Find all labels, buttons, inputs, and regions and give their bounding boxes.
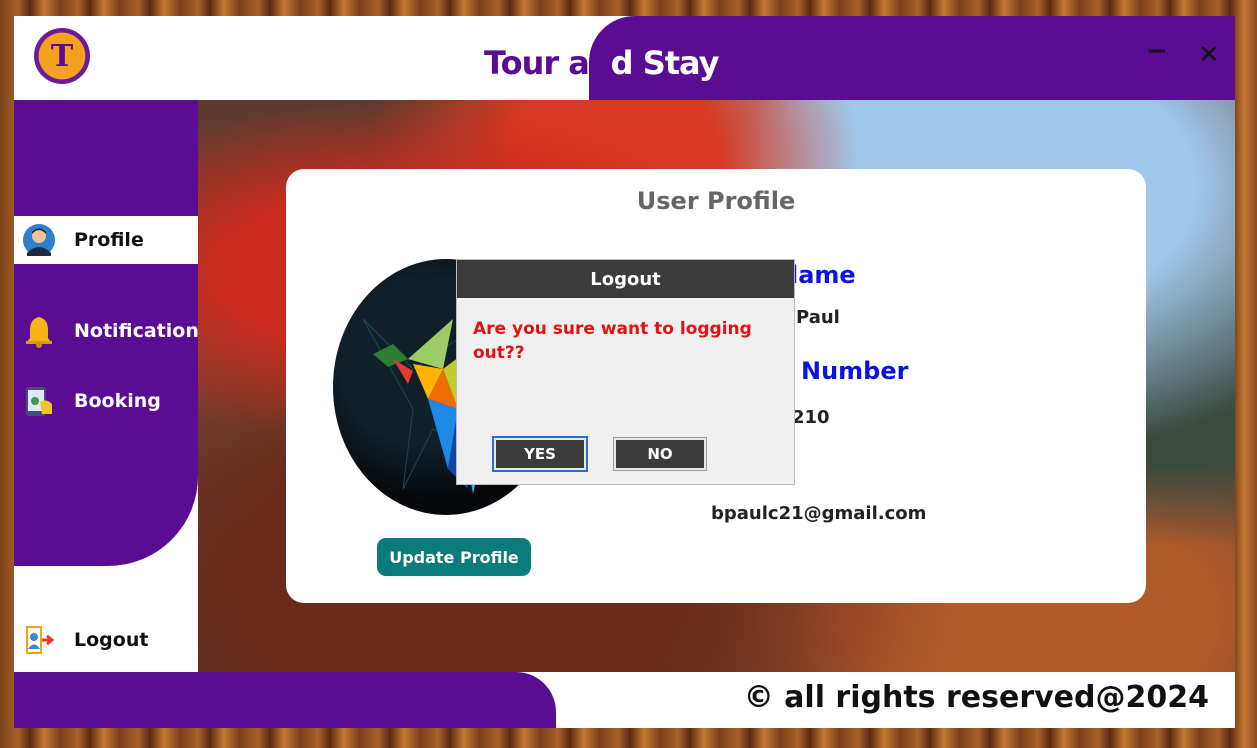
footer-accent <box>14 672 556 728</box>
logo-letter: T <box>40 34 84 78</box>
sidebar-item-label: Profile <box>74 229 144 251</box>
logout-dialog: Logout Are you sure want to logging out?… <box>457 260 794 484</box>
email-value: bpaulc21@gmail.com <box>711 503 927 524</box>
sidebar-item-profile[interactable]: Profile <box>14 216 198 264</box>
app-title-part1: Tour an <box>484 44 612 82</box>
app-title: Tour and Stay <box>484 44 719 82</box>
minimize-button[interactable]: − <box>1146 38 1168 64</box>
logout-icon <box>22 623 56 657</box>
app-title-part2: d Stay <box>610 44 720 82</box>
logout-label: Logout <box>74 629 149 651</box>
phone-value: 210 <box>792 407 830 428</box>
sidebar-item-notification[interactable]: Notification <box>14 307 199 355</box>
sidebar: Profile Notification Booking Logout <box>14 100 199 672</box>
name-label: lame <box>790 261 856 289</box>
sidebar-item-label: Notification <box>74 320 199 342</box>
dialog-title: Logout <box>457 260 794 298</box>
logout-button[interactable]: Logout <box>14 616 198 664</box>
phone-label: Number <box>801 357 909 385</box>
name-value: Paul <box>796 307 840 328</box>
user-avatar-icon <box>22 223 56 257</box>
dialog-message: Are you sure want to logging out?? <box>473 319 752 363</box>
sidebar-item-booking[interactable]: Booking <box>14 377 198 425</box>
booking-icon <box>22 384 56 418</box>
copyright-text: © all rights reserved@2024 <box>743 680 1209 715</box>
no-button[interactable]: NO <box>613 437 707 471</box>
bell-icon <box>22 314 56 348</box>
app-window: T Tour and Stay − ✕ Profile Notification… <box>14 16 1235 728</box>
header-bar: T Tour and Stay − ✕ <box>14 16 1235 100</box>
app-logo: T <box>34 28 90 84</box>
footer-bar: © all rights reserved@2024 <box>14 672 1235 728</box>
sidebar-item-label: Booking <box>74 390 161 412</box>
yes-button[interactable]: YES <box>492 436 588 472</box>
page-title: User Profile <box>636 187 796 215</box>
update-profile-button[interactable]: Update Profile <box>377 538 531 576</box>
close-button[interactable]: ✕ <box>1198 42 1220 68</box>
